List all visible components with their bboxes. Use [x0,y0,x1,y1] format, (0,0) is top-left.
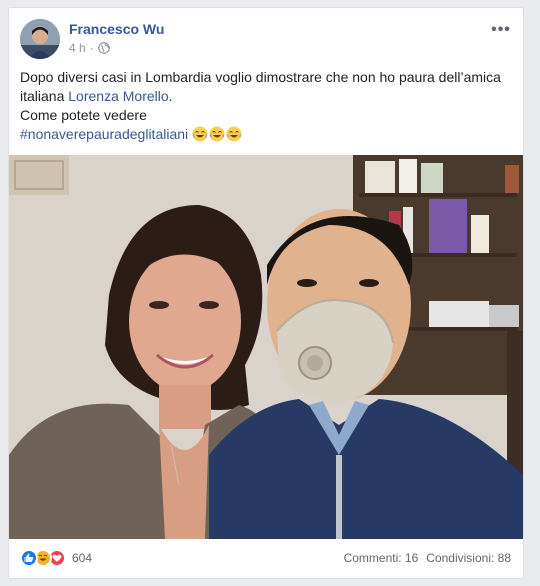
selfie-image [9,155,523,539]
post-stats: Commenti: 16 Condivisioni: 88 [344,551,511,565]
post-header: Francesco Wu 4 h · ••• [20,19,513,63]
post-text-paragraph-1: Dopo diversi casi in Lombardia voglio di… [20,68,511,106]
post-photo[interactable] [9,155,523,539]
mention-link[interactable]: Lorenza Morello [68,88,168,104]
reactions-count[interactable]: 604 [72,551,92,565]
author-name[interactable]: Francesco Wu [69,21,164,37]
laughing-tears-emoji-icon [209,126,225,142]
post-time[interactable]: 4 h [69,41,86,55]
laughing-tears-emoji-icon [192,126,208,142]
post-text-line2: Come potete vedere [20,107,147,123]
globe-icon [97,42,110,54]
laughing-tears-emoji-icon [226,126,242,142]
post-meta: 4 h · [69,41,110,55]
more-options-button[interactable]: ••• [489,22,513,41]
shares-count[interactable]: Condivisioni: 88 [426,551,511,565]
post-footer: 604 Commenti: 16 Condivisioni: 88 [20,549,511,571]
post-card: Francesco Wu 4 h · ••• Dopo diversi casi… [8,7,524,579]
hashtag-link[interactable]: #nonaverepauradeglitaliani [20,126,188,142]
comments-count[interactable]: Commenti: 16 [344,551,419,565]
avatar[interactable] [20,19,60,59]
reactions-summary[interactable]: 604 [20,549,92,567]
like-reaction-icon [20,549,38,567]
post-text-paragraph-3: #nonaverepauradeglitaliani [20,125,511,144]
post-text-after-mention: . [168,88,173,104]
post-text: Dopo diversi casi in Lombardia voglio di… [20,68,511,144]
